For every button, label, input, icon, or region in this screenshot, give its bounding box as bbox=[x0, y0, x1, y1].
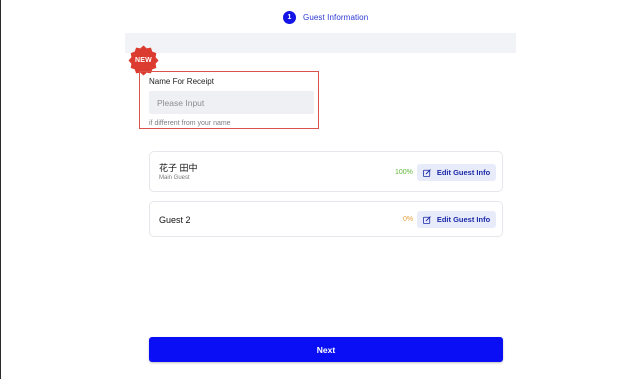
guest-role: Main Guest bbox=[159, 175, 190, 181]
edit-guest-info-label: Edit Guest Info bbox=[436, 215, 491, 224]
edit-icon bbox=[422, 168, 431, 177]
guest-card-main: 花子 田中 Main Guest 100% Edit Guest Info bbox=[149, 151, 503, 192]
edit-guest-info-button[interactable]: Edit Guest Info bbox=[417, 211, 496, 228]
edit-icon bbox=[422, 215, 431, 224]
next-button[interactable]: Next bbox=[149, 337, 503, 362]
window-left-border bbox=[0, 0, 1, 379]
receipt-name-input[interactable] bbox=[149, 91, 314, 114]
guest-name: Guest 2 bbox=[159, 215, 191, 225]
edit-guest-info-button[interactable]: Edit Guest Info bbox=[417, 164, 496, 181]
receipt-name-hint: if different from your name bbox=[149, 120, 231, 127]
panel-header bbox=[125, 33, 516, 53]
guest-card-2: Guest 2 0% Edit Guest Info bbox=[149, 201, 503, 237]
edit-guest-info-label: Edit Guest Info bbox=[436, 168, 491, 177]
guest-progress: 0% bbox=[403, 216, 414, 223]
stepper: 1 Guest Information bbox=[283, 10, 368, 24]
step-number: 1 bbox=[283, 10, 296, 24]
receipt-name-label: Name For Receipt bbox=[149, 77, 214, 86]
guest-name: 花子 田中 bbox=[159, 163, 198, 173]
step-label: Guest Information bbox=[303, 12, 369, 22]
guest-progress: 100% bbox=[395, 169, 413, 176]
